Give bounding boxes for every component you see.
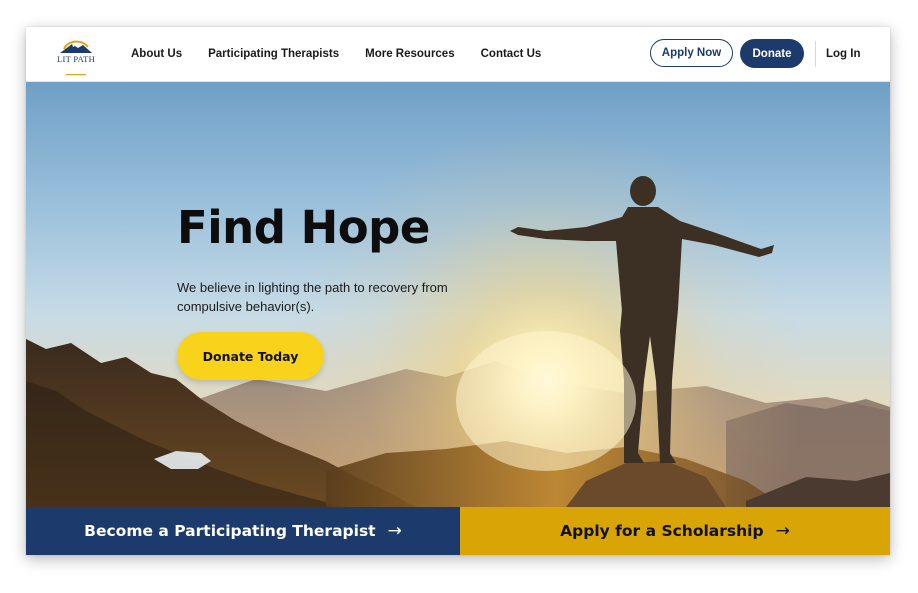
nav-divider	[815, 41, 816, 67]
apply-scholarship-cta[interactable]: Apply for a Scholarship →	[460, 507, 890, 555]
apply-scholarship-label: Apply for a Scholarship	[560, 522, 764, 540]
log-in-link[interactable]: Log In	[826, 27, 861, 81]
mountain-sun-logo-icon	[60, 40, 92, 53]
become-therapist-label: Become a Participating Therapist	[84, 522, 376, 540]
logo-subtext	[52, 64, 100, 76]
hero-section: Find Hope We believe in lighting the pat…	[26, 81, 890, 507]
nav-link-contact-us[interactable]: Contact Us	[481, 48, 542, 60]
nav-link-about-us[interactable]: About Us	[131, 48, 182, 60]
hero-title: Find Hope	[177, 201, 430, 254]
hero-description: We believe in lighting the path to recov…	[177, 280, 448, 314]
apply-now-button[interactable]: Apply Now	[650, 39, 733, 67]
site-logo[interactable]: LIT PATH	[52, 37, 100, 76]
nav-link-participating-therapists[interactable]: Participating Therapists	[208, 48, 339, 60]
browser-window: LIT PATH About Us Participating Therapis…	[26, 27, 890, 555]
become-therapist-cta[interactable]: Become a Participating Therapist →	[26, 507, 460, 555]
nav-links: About Us Participating Therapists More R…	[131, 27, 567, 81]
arrow-right-icon: →	[775, 521, 790, 541]
donate-today-button[interactable]: Donate Today	[177, 332, 324, 380]
logo-wordmark: LIT PATH	[56, 54, 96, 64]
top-navigation: LIT PATH About Us Participating Therapis…	[26, 27, 890, 82]
donate-button[interactable]: Donate	[740, 39, 804, 68]
nav-link-more-resources[interactable]: More Resources	[365, 48, 454, 60]
arrow-right-icon: →	[387, 521, 402, 541]
